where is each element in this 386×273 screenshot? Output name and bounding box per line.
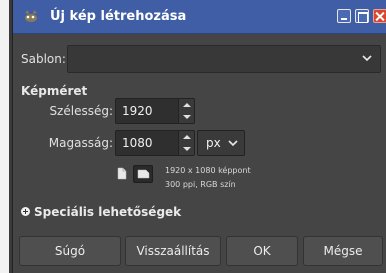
chevron-down-icon	[360, 51, 374, 65]
reset-button[interactable]: Visszaállítás	[125, 236, 221, 266]
height-spinbox[interactable]: 1080	[115, 130, 195, 156]
height-label: Magasság:	[48, 136, 113, 150]
unit-dropdown[interactable]: px	[197, 130, 245, 156]
chevron-down-icon	[227, 137, 239, 149]
image-resolution-text: 300 ppi, RGB szín	[165, 180, 236, 189]
height-stepper[interactable]	[178, 131, 194, 155]
width-label: Szélesség:	[49, 104, 113, 118]
width-stepper[interactable]	[178, 99, 194, 123]
maximize-icon[interactable]	[355, 9, 369, 23]
decrement-icon[interactable]	[183, 115, 191, 119]
landscape-orientation-icon[interactable]	[133, 165, 153, 183]
advanced-options-label: Speciális lehetőségek	[34, 205, 182, 219]
window-title: Új kép létrehozása	[50, 9, 187, 24]
portrait-orientation-icon[interactable]	[117, 167, 127, 180]
advanced-options-expander[interactable]: Speciális lehetőségek	[21, 205, 181, 219]
title-bar[interactable]: Új kép létrehozása	[13, 0, 386, 34]
gimp-app-icon	[23, 9, 39, 23]
increment-icon[interactable]	[183, 135, 191, 139]
template-label: Sablon:	[21, 52, 66, 66]
expand-icon	[21, 207, 30, 216]
background-window-edge	[0, 0, 12, 273]
unit-value: px	[206, 136, 221, 150]
ok-button[interactable]: OK	[226, 236, 298, 266]
close-icon[interactable]	[373, 9, 386, 23]
template-dropdown[interactable]	[67, 45, 381, 73]
cancel-button[interactable]: Mégse	[303, 236, 383, 266]
minimize-icon[interactable]	[337, 9, 351, 23]
width-value[interactable]: 1920	[122, 104, 153, 118]
decrement-icon[interactable]	[183, 147, 191, 151]
increment-icon[interactable]	[183, 103, 191, 107]
image-info: 1920 x 1080 képpont 300 ppi, RGB szín	[165, 164, 251, 192]
help-button[interactable]: Súgó	[19, 236, 121, 266]
height-value[interactable]: 1080	[122, 136, 153, 150]
image-size-heading: Képméret	[21, 84, 88, 98]
width-spinbox[interactable]: 1920	[115, 98, 195, 124]
new-image-dialog: Új kép létrehozása Sablon: Képméret Szél…	[12, 0, 386, 273]
image-dimensions-text: 1920 x 1080 képpont	[165, 166, 251, 175]
